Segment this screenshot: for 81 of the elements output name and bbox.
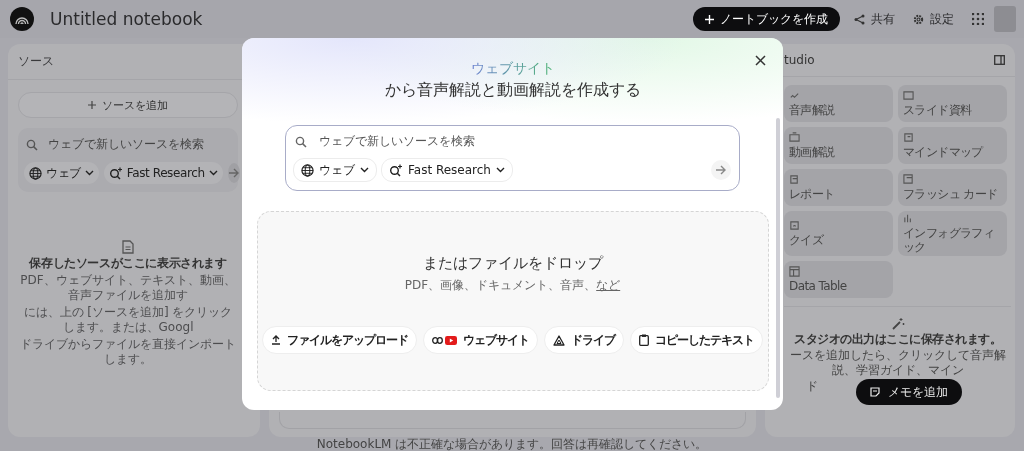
caret-icon — [360, 167, 369, 173]
dialog-title-accent: ウェブサイト — [470, 60, 555, 78]
submit-button[interactable] — [711, 160, 731, 180]
plus-icon — [88, 101, 96, 109]
share-icon — [854, 13, 865, 25]
upload-icon — [271, 335, 281, 345]
tile-icon — [903, 132, 914, 143]
share-button[interactable]: 共有 — [848, 7, 901, 31]
caret-icon — [84, 170, 94, 176]
tile-icon — [789, 220, 800, 231]
tile-icon — [903, 213, 914, 224]
drop-zone-title: またはファイルをドロップ — [422, 254, 603, 273]
panel-title: tudio — [784, 53, 815, 67]
search-placeholder: ウェブで新しいソースを検索 — [319, 133, 475, 150]
add-source-button[interactable]: ソースを追加 — [18, 92, 238, 118]
search-icon — [26, 138, 38, 151]
search-field[interactable]: ウェブで新しいソースを検索 — [48, 136, 204, 153]
studio-tile[interactable]: 動画解説 — [784, 127, 893, 164]
studio-tile[interactable]: クイズ — [784, 211, 893, 256]
more-link[interactable]: など — [596, 278, 621, 292]
copied-text-button[interactable]: コピーしたテキスト — [630, 326, 763, 354]
search-sparkle-icon — [108, 166, 123, 180]
clipboard-icon — [639, 334, 649, 346]
settings-button[interactable]: 設定 — [907, 7, 960, 31]
tile-icon — [789, 90, 800, 101]
tile-icon — [789, 132, 800, 143]
research-mode-dropdown[interactable]: Fast Research — [103, 162, 223, 184]
disclaimer-text: NotebookLM は不正確な場合があります。回答は再確認してください。 — [316, 437, 708, 451]
notebook-title[interactable]: Untitled notebook — [50, 9, 687, 29]
file-types-text: PDF、画像、ドキュメント、音声、など — [404, 277, 621, 294]
studio-tile[interactable]: インフォグラフィック — [898, 211, 1007, 256]
link-icon — [432, 336, 443, 344]
submit-button[interactable] — [227, 163, 240, 183]
empty-state-text: ドライブからファイルを直接インポートします。 — [19, 337, 237, 367]
empty-state-text: PDF、ウェブサイト、テキスト、動画、音声ファイルを追加す — [19, 273, 237, 303]
apps-grid-icon[interactable] — [972, 13, 984, 25]
tile-icon — [789, 266, 800, 277]
note-icon — [870, 387, 880, 397]
video-play-icon — [445, 335, 457, 345]
arrow-right-icon — [715, 165, 727, 175]
studio-tile[interactable]: レポート — [784, 169, 893, 206]
tile-icon — [903, 90, 914, 101]
settings-icon — [913, 13, 924, 25]
collapse-panel-icon[interactable] — [994, 55, 1005, 65]
empty-state-title: 保存したソースがここに表示されます — [29, 256, 227, 271]
tile-icon — [789, 174, 800, 185]
drive-button[interactable]: ドライブ — [544, 326, 624, 354]
empty-state-text: ースを追加したら、クリックして音声解説、学習ガイド、マイン — [788, 348, 1007, 378]
close-icon[interactable] — [755, 55, 766, 66]
search-icon — [295, 135, 307, 148]
plus-icon — [705, 14, 714, 24]
globe-icon — [29, 166, 42, 180]
magic-wand-icon — [890, 317, 905, 331]
studio-tile[interactable]: マインドマップ — [898, 127, 1007, 164]
studio-tile[interactable]: Data Table — [784, 261, 893, 298]
empty-state-text: には、上の [ソースを追加] をクリックします。または、Googl — [22, 305, 234, 335]
caret-icon — [495, 167, 505, 173]
studio-tile[interactable]: スライド資料 — [898, 85, 1007, 122]
create-notebook-button[interactable]: ノートブックを作成 — [693, 7, 840, 31]
empty-state-title: スタジオの出力はここに保存されます。 — [794, 332, 1001, 347]
scrollbar[interactable] — [776, 118, 780, 398]
source-type-dropdown[interactable]: ウェブ — [293, 158, 377, 182]
studio-tile[interactable]: 音声解説 — [784, 85, 893, 122]
search-sparkle-icon — [389, 163, 403, 177]
document-icon — [122, 240, 134, 254]
arrow-right-icon — [227, 168, 240, 178]
file-drop-zone[interactable]: またはファイルをドロップ PDF、画像、ドキュメント、音声、など ファイルをアップロード ウェブサイト ドライブ コピーしたテキスト — [256, 211, 769, 391]
drive-icon — [553, 334, 565, 346]
source-type-dropdown[interactable]: ウェブ — [24, 162, 99, 184]
search-field[interactable]: ウェブで新しいソースを検索 ウェブ Fast Research — [285, 125, 740, 191]
dialog-title: から音声解説と動画解説を作成する — [384, 80, 641, 101]
notebook-logo[interactable] — [10, 7, 34, 31]
studio-tile[interactable]: フラッシュ カード — [898, 169, 1007, 206]
empty-state-text: ド — [805, 379, 818, 394]
research-mode-dropdown[interactable]: Fast Research — [381, 158, 513, 182]
upload-file-button[interactable]: ファイルをアップロード — [262, 326, 417, 354]
tile-icon — [903, 174, 914, 185]
globe-icon — [301, 163, 314, 177]
website-button[interactable]: ウェブサイト — [423, 326, 538, 354]
caret-icon — [208, 170, 218, 176]
add-note-button[interactable]: メモを追加 — [856, 379, 962, 405]
